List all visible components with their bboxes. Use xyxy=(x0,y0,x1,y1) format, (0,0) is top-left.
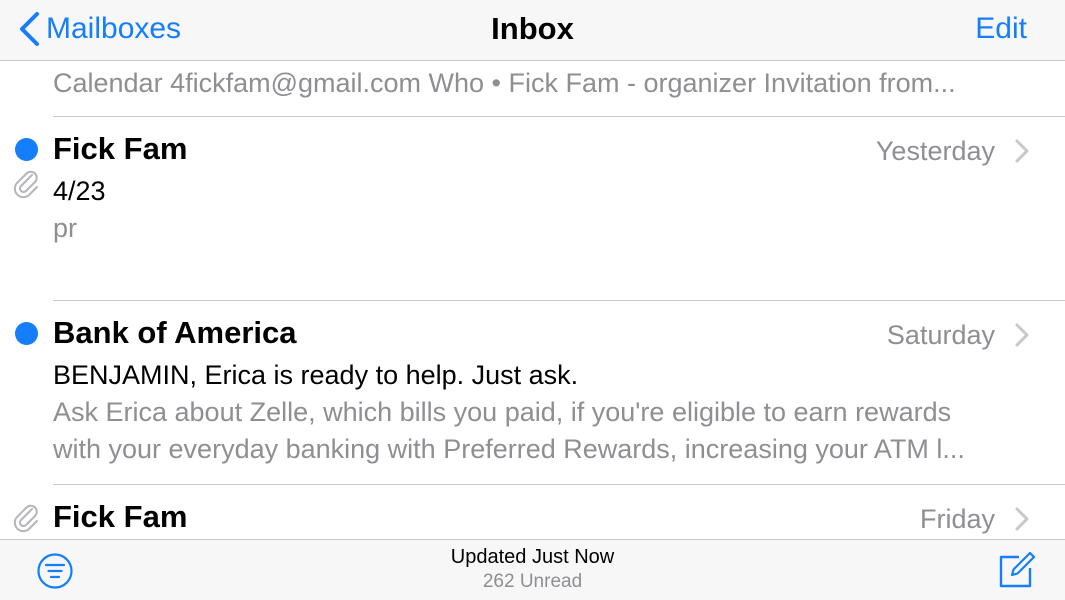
message-preview: pr xyxy=(53,210,1023,247)
message-subject: 4/23 xyxy=(53,176,106,206)
paperclip-icon xyxy=(13,504,38,533)
chevron-right-icon xyxy=(1015,507,1029,531)
page-title: Inbox xyxy=(491,11,574,46)
message-preview-line: with your everyday banking with Preferre… xyxy=(53,434,965,464)
compose-icon[interactable] xyxy=(997,550,1037,590)
message-date: Friday xyxy=(919,504,995,534)
message-preview: Ask Erica about Zelle, which bills you p… xyxy=(53,394,1023,468)
message-sender: Fick Fam xyxy=(53,499,188,534)
message-date: Saturday xyxy=(886,320,995,350)
unread-indicator xyxy=(15,138,38,161)
message-list[interactable]: Calendar 4fickfam@gmail.com Who • Fick F… xyxy=(0,61,1065,539)
message-row[interactable]: Bank of America Saturday BENJAMIN, Erica… xyxy=(0,301,1065,484)
message-row[interactable]: Fick Fam Yesterday 4/23 pr xyxy=(0,117,1065,300)
message-preview-line: Ask Erica about Zelle, which bills you p… xyxy=(53,397,952,427)
navigation-bar: Mailboxes Inbox Edit xyxy=(0,0,1065,61)
message-preview-line: pr xyxy=(53,213,78,243)
mail-inbox-screen: Mailboxes Inbox Edit Calendar 4fickfam@g… xyxy=(0,0,1065,600)
unread-count: 262 Unread xyxy=(482,571,583,592)
message-subject: BENJAMIN, Erica is ready to help. Just a… xyxy=(53,360,579,390)
chevron-right-icon xyxy=(1015,323,1029,347)
edit-button[interactable]: Edit xyxy=(975,8,1027,50)
chevron-right-icon xyxy=(1015,139,1029,163)
message-row[interactable]: Fick Fam Friday xyxy=(0,485,1065,539)
message-row-partial[interactable]: Calendar 4fickfam@gmail.com Who • Fick F… xyxy=(0,61,1065,117)
bottom-toolbar: Updated Just Now 262 Unread xyxy=(0,539,1065,600)
message-preview: Calendar 4fickfam@gmail.com Who • Fick F… xyxy=(53,68,956,98)
update-status: Updated Just Now xyxy=(450,546,615,568)
unread-indicator xyxy=(15,322,38,345)
message-sender: Fick Fam xyxy=(53,131,188,166)
paperclip-icon xyxy=(13,170,38,199)
message-sender: Bank of America xyxy=(53,315,297,350)
mailbox-status: Updated Just Now 262 Unread xyxy=(0,544,1065,594)
message-date: Yesterday xyxy=(875,136,995,166)
